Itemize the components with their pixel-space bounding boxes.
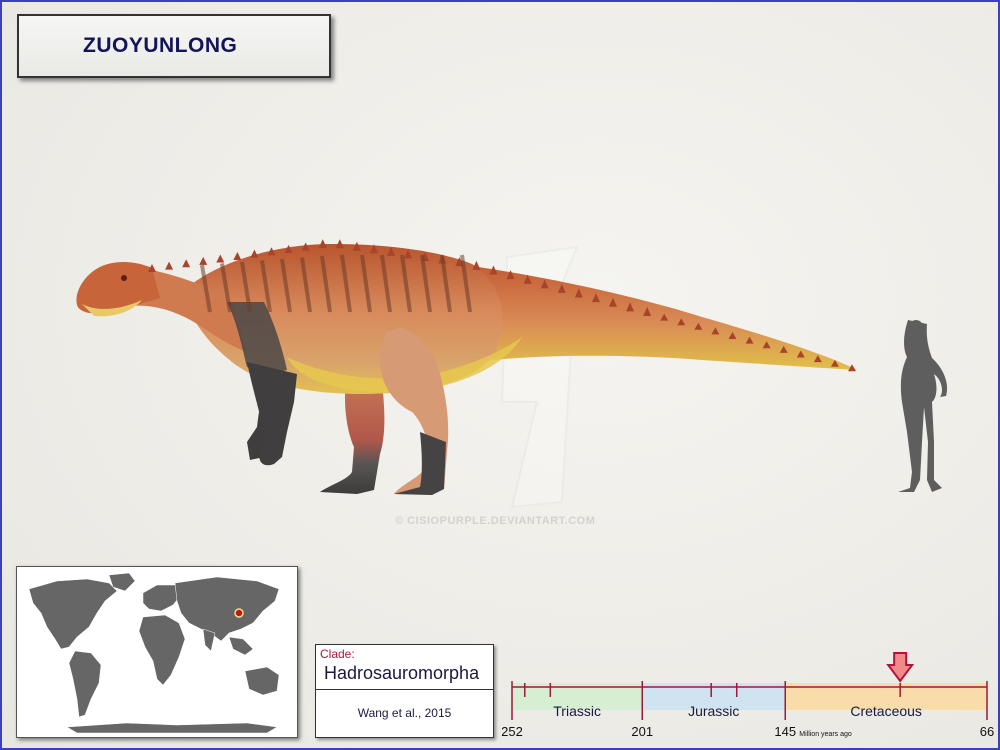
world-map	[16, 566, 298, 738]
timeline-tick-label: 145	[774, 724, 796, 739]
dorsal-spike	[335, 239, 344, 249]
australia-shape	[244, 666, 280, 696]
geologic-timeline: Triassic Jurassic Cretaceous 252 201 145 66 Mil…	[502, 652, 994, 739]
watermark-text: © CISIOPURPLE.DEVIANTART.COM	[395, 515, 596, 527]
dorsal-spike	[318, 239, 327, 249]
africa-shape	[138, 614, 186, 686]
north-america-shape	[28, 578, 118, 650]
world-map-drawing	[28, 572, 280, 734]
dorsal-spike	[250, 249, 259, 258]
dorsal-spike	[216, 254, 225, 263]
dinosaur-eye	[121, 275, 127, 281]
dorsal-spike	[199, 256, 208, 265]
clade-label: Clade:	[320, 647, 355, 661]
poster-frame: ZUOYUNLONG © CISIOPURPLE.DEVIANTART.COM …	[0, 0, 1000, 750]
timeline-marker-arrow-icon	[886, 652, 915, 683]
timeline-tick-label: 66	[980, 724, 994, 739]
dorsal-spike	[233, 252, 242, 261]
location-marker-icon	[234, 608, 244, 618]
south-america-shape	[68, 650, 102, 718]
europe-shape	[142, 584, 182, 612]
timeline-period-label: Cretaceous	[850, 703, 922, 719]
timeline-tick-label: 252	[502, 724, 523, 739]
timeline-period-label: Triassic	[553, 703, 601, 719]
timeline-period-label: Jurassic	[688, 703, 739, 719]
clade-box: Clade: Hadrosauromorpha Wang et al., 201…	[315, 644, 494, 738]
timeline-unit-label: Million years ago	[799, 731, 852, 738]
clade-citation: Wang et al., 2015	[357, 706, 452, 720]
dorsal-spike	[165, 261, 174, 270]
antarctica-shape	[66, 722, 278, 734]
asia-shape	[174, 576, 280, 642]
clade-divider	[316, 689, 493, 690]
timeline-tick-label: 201	[631, 724, 653, 739]
human-silhouette	[898, 320, 948, 492]
india-shape	[202, 628, 216, 652]
dorsal-spike	[182, 259, 191, 268]
dinosaur-illustration	[76, 239, 948, 509]
clade-name: Hadrosauromorpha	[324, 663, 480, 683]
southeast-asia-shape	[228, 636, 254, 656]
